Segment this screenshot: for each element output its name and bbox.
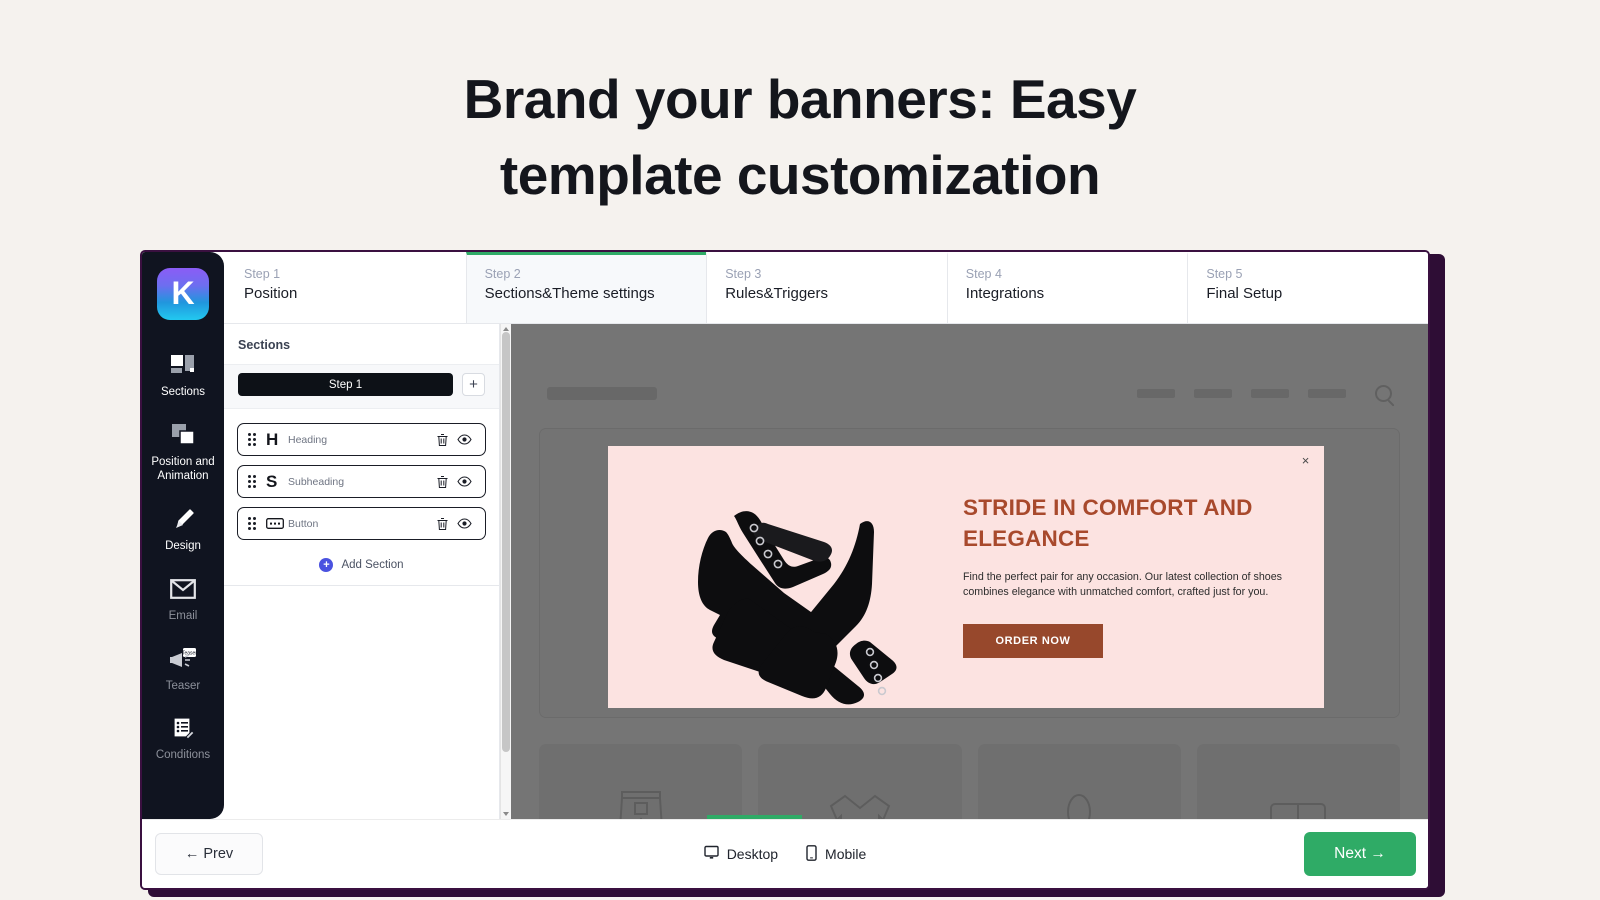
tab-step-3[interactable]: Step 3 Rules&Triggers (706, 252, 947, 323)
divider (224, 585, 499, 586)
list-item[interactable]: Button (237, 507, 486, 540)
banner-cta-button[interactable]: ORDER NOW (963, 624, 1103, 658)
steps-bar: Step 1 Position Step 2 Sections&Theme se… (142, 252, 1428, 324)
drag-handle-icon[interactable] (248, 517, 257, 530)
step-number: Step 2 (485, 267, 707, 281)
preview-canvas: × (511, 324, 1428, 819)
step-selector-row: Step 1 + (224, 364, 499, 409)
scrollbar-thumb[interactable] (502, 332, 510, 752)
step-label: Sections&Theme settings (485, 285, 707, 302)
device-mobile-label: Mobile (825, 846, 866, 862)
k-logo-letter: K (171, 277, 194, 309)
preview-active-indicator (707, 815, 802, 819)
scroll-up-icon[interactable] (503, 327, 509, 331)
svg-text:Teaser: Teaser (182, 650, 197, 656)
add-step-button[interactable]: + (462, 373, 485, 396)
device-toggle: Desktop Mobile (142, 845, 1428, 864)
device-desktop-button[interactable]: Desktop (704, 845, 778, 863)
trash-icon[interactable] (431, 475, 453, 489)
next-button[interactable]: Next → (1304, 832, 1416, 876)
eye-icon[interactable] (453, 476, 475, 487)
panel-title: Sections (224, 324, 499, 364)
trash-icon[interactable] (431, 433, 453, 447)
tab-step-2[interactable]: Step 2 Sections&Theme settings (466, 252, 707, 323)
page-title: Brand your banners: Easy template custom… (0, 0, 1600, 214)
list-item-label: Subheading (288, 476, 431, 488)
step-label: Rules&Triggers (725, 285, 947, 302)
step-label: Position (244, 285, 466, 302)
banner-subheading: Find the perfect pair for any occasion. … (963, 570, 1283, 602)
list-item[interactable]: H Heading (237, 423, 486, 456)
scroll-down-icon[interactable] (503, 812, 509, 816)
close-icon[interactable]: × (1297, 452, 1314, 469)
app-window-wrapper: Step 1 Position Step 2 Sections&Theme se… (140, 250, 1445, 895)
sections-panel: Sections Step 1 + H Heading (224, 324, 500, 819)
tab-step-5[interactable]: Step 5 Final Setup (1187, 252, 1428, 323)
device-desktop-label: Desktop (727, 846, 778, 862)
page-title-line-1: Brand your banners: Easy (0, 62, 1600, 138)
sidebar-item-sections[interactable]: Sections (142, 342, 224, 412)
list-item-label: Button (288, 518, 431, 530)
layout-icon (146, 352, 220, 378)
step-number: Step 1 (244, 267, 466, 281)
list-item-label: Heading (288, 434, 431, 446)
drag-handle-icon[interactable] (248, 433, 257, 446)
sidebar-item-email[interactable]: Email (142, 566, 224, 636)
sidebar-item-label: Teaser (146, 679, 220, 694)
sidebar-item-teaser[interactable]: Teaser Teaser (142, 636, 224, 706)
step-number: Step 4 (966, 267, 1188, 281)
megaphone-icon: Teaser (146, 646, 220, 672)
step-label: Final Setup (1206, 285, 1428, 302)
sidebar-item-position-and-animation[interactable]: Position and Animation (142, 412, 224, 496)
sidebar-item-label: Design (146, 539, 220, 554)
banner-heading: STRIDE IN COMFORT AND ELEGANCE (963, 493, 1290, 555)
layers-icon (146, 422, 220, 448)
eye-icon[interactable] (453, 434, 475, 445)
envelope-icon (146, 576, 220, 602)
sections-list: H Heading S Subheading (224, 409, 499, 549)
editor-body: K Sections (142, 324, 1428, 819)
sidebar-item-design[interactable]: Design (142, 496, 224, 566)
editor-footer: ← Prev Desktop Mobile Next → (142, 819, 1428, 888)
app-window: Step 1 Position Step 2 Sections&Theme se… (140, 250, 1430, 890)
add-section-label: Add Section (341, 559, 403, 571)
button-glyph-icon (266, 518, 288, 529)
tab-step-1[interactable]: Step 1 Position (226, 252, 466, 323)
trash-icon[interactable] (431, 517, 453, 531)
eye-icon[interactable] (453, 518, 475, 529)
sidebar-item-conditions[interactable]: Conditions (142, 705, 224, 775)
heading-glyph-icon: H (266, 430, 288, 450)
popup-banner: × (608, 446, 1324, 708)
step-label: Integrations (966, 285, 1188, 302)
left-nav-rail: K Sections (142, 252, 224, 819)
sidebar-item-label: Sections (146, 385, 220, 400)
brush-icon (146, 506, 220, 532)
panel-scrollbar[interactable] (500, 324, 511, 819)
add-section-button[interactable]: + Add Section (224, 549, 499, 585)
subheading-glyph-icon: S (266, 472, 288, 492)
desktop-icon (704, 845, 719, 863)
list-edit-icon (146, 715, 220, 741)
banner-image (608, 446, 955, 708)
plus-icon: + (319, 558, 333, 572)
banner-content: STRIDE IN COMFORT AND ELEGANCE Find the … (955, 446, 1324, 708)
mobile-icon (806, 845, 817, 864)
step-number: Step 3 (725, 267, 947, 281)
step-number: Step 5 (1206, 267, 1428, 281)
step-chip[interactable]: Step 1 (238, 373, 453, 396)
sidebar-item-label: Position and Animation (146, 455, 220, 484)
tab-step-4[interactable]: Step 4 Integrations (947, 252, 1188, 323)
drag-handle-icon[interactable] (248, 475, 257, 488)
k-logo[interactable]: K (157, 268, 209, 320)
list-item[interactable]: S Subheading (237, 465, 486, 498)
sidebar-item-label: Email (146, 609, 220, 624)
device-mobile-button[interactable]: Mobile (806, 845, 866, 864)
page-title-line-2: template customization (0, 138, 1600, 214)
sidebar-item-label: Conditions (146, 748, 220, 763)
prev-button[interactable]: ← Prev (155, 833, 263, 875)
